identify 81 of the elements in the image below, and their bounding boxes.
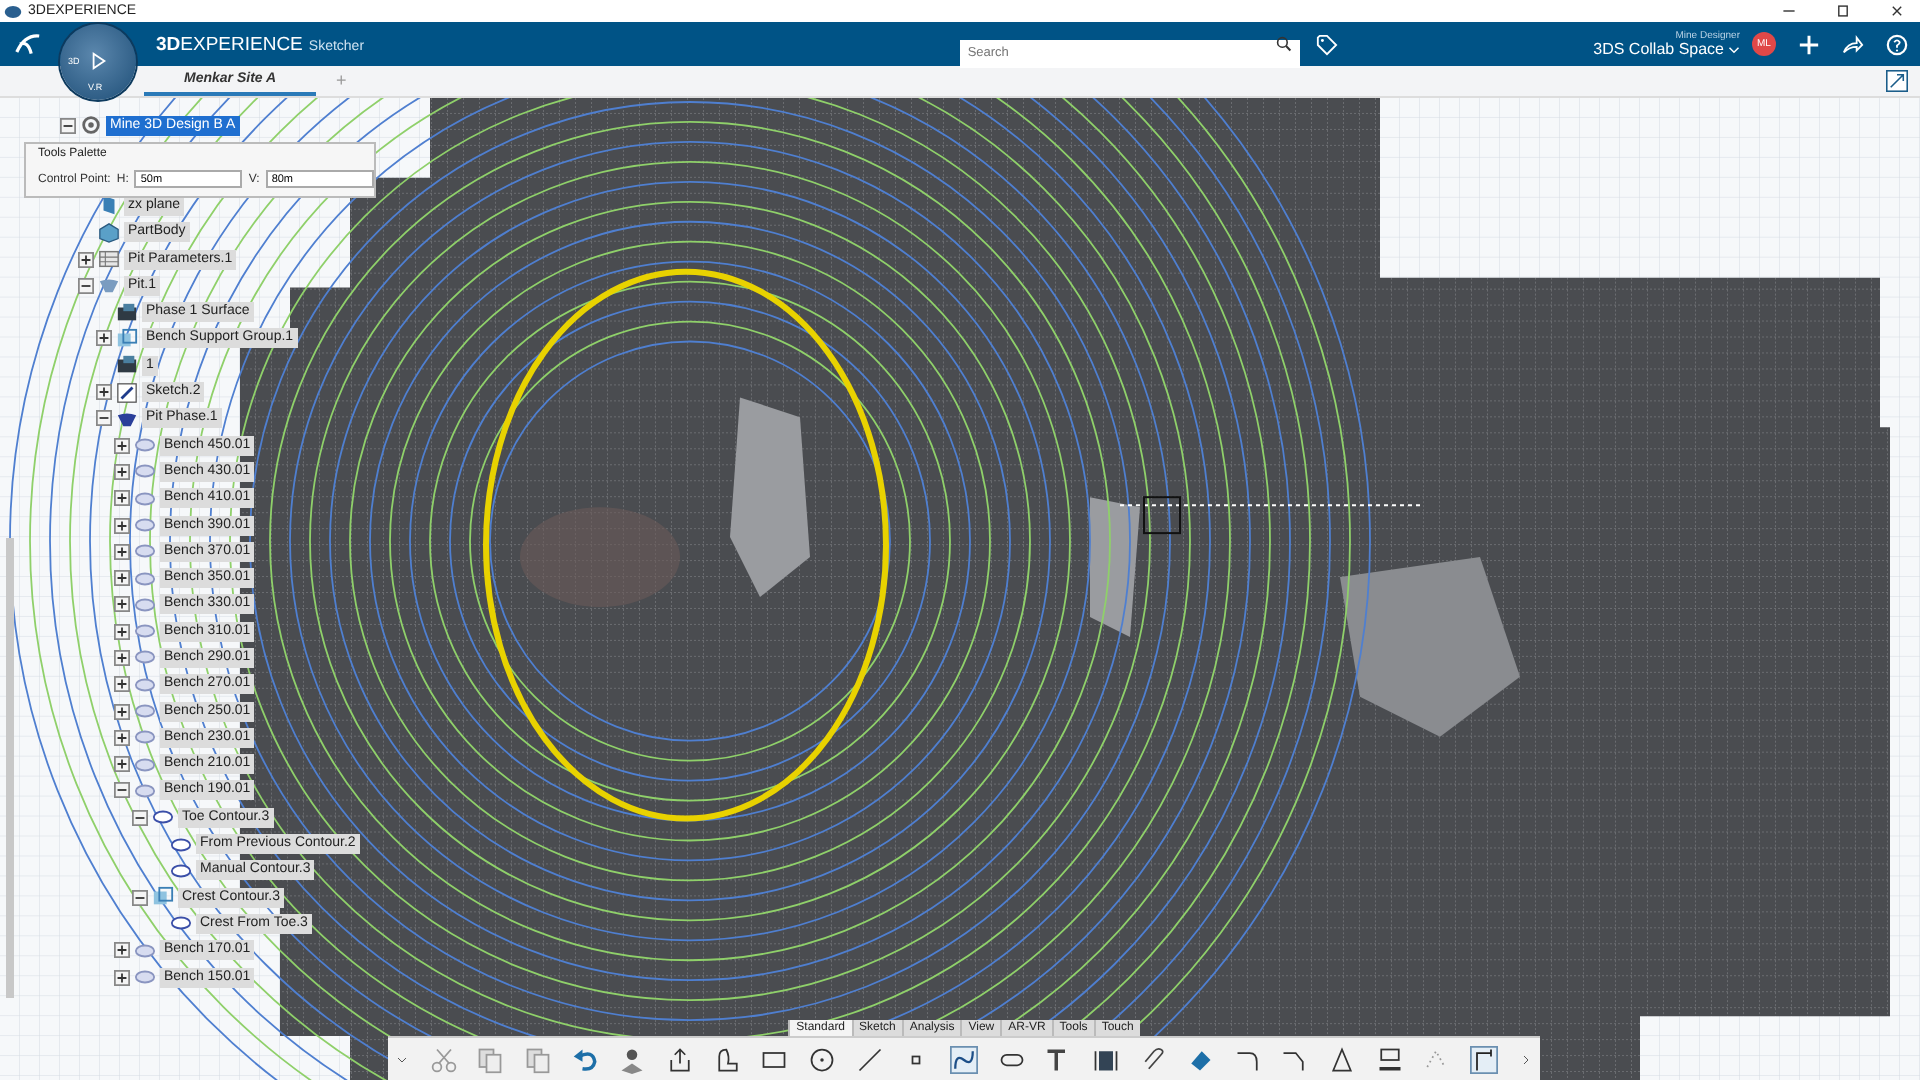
scissors-icon[interactable] (429, 1045, 458, 1073)
export-icon[interactable] (665, 1045, 694, 1073)
expand-icon[interactable] (114, 756, 130, 773)
collapse-icon[interactable] (60, 117, 76, 134)
view-icon[interactable] (618, 1045, 647, 1073)
expand-icon[interactable] (114, 623, 130, 640)
minimize-icon[interactable] (1782, 4, 1796, 18)
expand-icon[interactable] (114, 437, 130, 454)
undo-icon[interactable] (571, 1045, 600, 1073)
ellipse-icon (134, 567, 156, 590)
app-icon (4, 3, 22, 19)
expand-icon[interactable] (114, 596, 130, 613)
tag-icon[interactable] (1315, 33, 1338, 55)
collapse-icon[interactable] (96, 410, 112, 427)
search-icon[interactable] (1275, 36, 1292, 52)
profile-icon[interactable] (713, 1045, 742, 1073)
circle-icon[interactable] (807, 1045, 836, 1073)
expand-icon[interactable] (114, 543, 130, 560)
expand-icon[interactable] (114, 729, 130, 746)
share-icon[interactable] (1842, 33, 1864, 55)
ellipse-icon (134, 726, 156, 749)
logo-icon (12, 30, 44, 58)
collapse-icon[interactable] (78, 277, 94, 294)
help-icon[interactable] (1886, 33, 1908, 55)
cube-icon (98, 221, 120, 244)
ellipse-icon (134, 700, 156, 723)
collapse-icon[interactable] (132, 889, 148, 906)
gear-icon (80, 114, 102, 137)
expand-icon[interactable] (114, 490, 130, 507)
pencil-icon (116, 381, 138, 404)
clip-icon[interactable] (1139, 1045, 1167, 1073)
expand-icon[interactable] (114, 703, 130, 720)
expand-icon[interactable] (114, 463, 130, 480)
collab-space-dropdown[interactable]: 3DS Collab Space (1593, 41, 1724, 57)
restore-icon[interactable] (1836, 4, 1850, 18)
ellipse-icon (134, 646, 156, 669)
expand-icon[interactable] (96, 330, 112, 347)
spline-icon[interactable] (949, 1045, 978, 1073)
ellipse-icon (134, 620, 156, 643)
ellipse-icon (134, 540, 156, 563)
ellipse-icon (134, 779, 156, 802)
ellipse-icon (134, 514, 156, 536)
layers-icon (152, 886, 174, 909)
paste-icon[interactable] (523, 1045, 552, 1073)
collapse-icon[interactable] (132, 809, 148, 826)
surface-icon (116, 354, 138, 377)
ellipse-icon (134, 460, 156, 483)
expand-icon[interactable] (114, 649, 130, 666)
close-icon[interactable] (1890, 4, 1904, 18)
ellipse-icon (152, 806, 174, 829)
ellipse-icon (134, 673, 156, 696)
layers-icon (116, 327, 138, 350)
expand-icon[interactable] (114, 942, 130, 959)
plus-icon[interactable] (1798, 33, 1820, 55)
ellipse-icon (134, 593, 156, 616)
ellipse-icon (134, 487, 156, 510)
collapse-icon[interactable] (1886, 70, 1908, 92)
ellipse-icon (170, 912, 192, 935)
scroll-bar[interactable] (6, 538, 14, 998)
ellipse-icon (170, 833, 192, 856)
play-icon[interactable] (90, 52, 108, 70)
project-icon[interactable] (1375, 1045, 1404, 1073)
caret-icon[interactable] (1728, 45, 1740, 53)
copy-icon[interactable] (476, 1045, 505, 1073)
brand-name: 3DEXPERIENCE (156, 33, 303, 55)
collapse-icon[interactable] (114, 782, 130, 799)
table-icon (98, 248, 120, 271)
ellipse-icon (134, 966, 156, 989)
line-icon[interactable] (855, 1045, 884, 1073)
surface-icon (116, 301, 138, 324)
frame-icon[interactable] (1091, 1045, 1120, 1073)
expand-icon[interactable] (96, 384, 112, 401)
ellipse-icon (134, 753, 156, 776)
plane-icon (98, 194, 120, 217)
expand-icon[interactable] (114, 676, 130, 693)
bowl-icon (98, 274, 120, 297)
ellipse-icon (134, 939, 156, 962)
constraint-icon[interactable] (1470, 1045, 1499, 1073)
ellipse-icon (170, 859, 192, 882)
expand-icon[interactable] (114, 570, 130, 587)
ellipse-icon (134, 434, 156, 457)
